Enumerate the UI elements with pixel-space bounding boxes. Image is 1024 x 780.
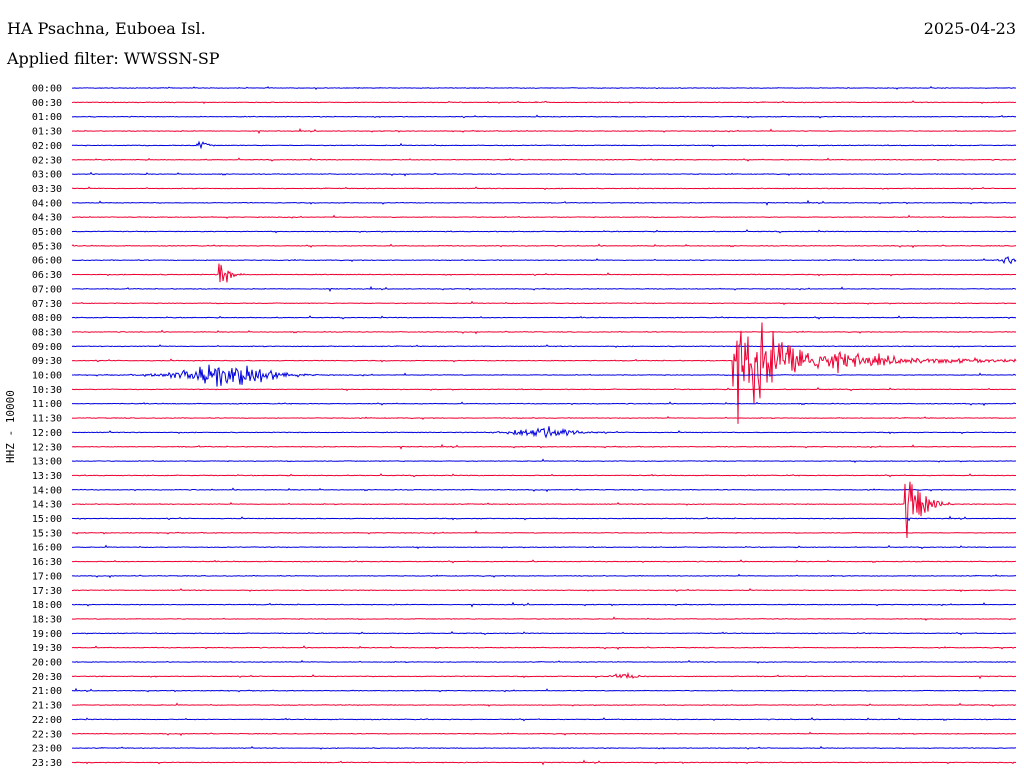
row-label: 03:00 [32, 170, 62, 181]
trace-row [71, 717, 1017, 722]
trace-row [71, 515, 1017, 522]
row-label: 09:30 [32, 356, 62, 367]
trace-row [71, 128, 1017, 135]
trace-row [71, 731, 1017, 737]
trace-row [71, 645, 1017, 651]
trace-row [71, 171, 1017, 177]
trace-row [71, 199, 1017, 206]
row-label: 09:00 [32, 342, 62, 353]
trace-row [71, 426, 1017, 439]
trace-row [71, 256, 1017, 265]
trace-row [71, 671, 1017, 680]
row-label: 06:30 [32, 270, 62, 281]
row-label: 10:30 [32, 385, 62, 396]
trace-row [71, 243, 1017, 249]
row-label: 12:30 [32, 442, 62, 453]
row-label: 02:00 [32, 141, 62, 152]
row-label: 13:30 [32, 471, 62, 482]
trace-row [71, 329, 1017, 335]
row-label: 16:00 [32, 543, 62, 554]
row-label: 20:00 [32, 658, 62, 669]
row-label: 17:30 [32, 586, 62, 597]
trace-row [71, 344, 1017, 348]
row-label: 00:00 [32, 84, 62, 95]
trace-row [71, 229, 1017, 234]
row-label: 18:00 [32, 600, 62, 611]
trace-row [71, 140, 1017, 150]
row-label: 11:00 [32, 399, 62, 410]
row-label: 04:30 [32, 213, 62, 224]
row-label: 17:00 [32, 571, 62, 582]
trace-row [71, 263, 1017, 283]
row-label: 21:00 [32, 686, 62, 697]
trace-row [71, 473, 1017, 478]
trace-row [71, 364, 1017, 387]
trace-row [71, 415, 1017, 420]
trace-row [71, 630, 1017, 636]
row-label: 01:00 [32, 112, 62, 123]
trace-row [71, 186, 1017, 191]
row-label: 23:00 [32, 744, 62, 755]
trace-row [71, 544, 1017, 550]
trace-row [71, 285, 1017, 292]
trace-row [71, 573, 1017, 579]
row-label: 19:30 [32, 643, 62, 654]
trace-row [71, 300, 1017, 306]
row-label: 14:30 [32, 500, 62, 511]
row-label: 19:00 [32, 629, 62, 640]
trace-row [71, 322, 1017, 424]
trace-row [71, 687, 1017, 693]
row-label: 03:30 [32, 184, 62, 195]
row-label: 05:00 [32, 227, 62, 238]
row-label: 22:00 [32, 715, 62, 726]
trace-row [71, 559, 1017, 564]
trace-row [71, 659, 1017, 664]
row-label: 07:00 [32, 284, 62, 295]
row-label: 16:30 [32, 557, 62, 568]
trace-row [71, 401, 1017, 407]
trace-row [71, 387, 1017, 392]
trace-row [71, 745, 1017, 750]
row-label: 11:30 [32, 414, 62, 425]
row-label: 21:30 [32, 701, 62, 712]
row-label: 01:30 [32, 127, 62, 138]
trace-row [71, 100, 1017, 105]
row-label: 15:00 [32, 514, 62, 525]
trace-row [71, 616, 1017, 621]
row-label: 13:00 [32, 457, 62, 468]
trace-row [71, 86, 1017, 90]
row-label: 08:00 [32, 313, 62, 324]
trace-row [71, 702, 1017, 707]
trace-row [71, 530, 1017, 535]
row-label: 06:00 [32, 256, 62, 267]
trace-row [71, 487, 1017, 493]
trace-row [71, 114, 1017, 119]
row-label: 15:30 [32, 528, 62, 539]
row-label: 14:00 [32, 485, 62, 496]
row-label: 02:30 [32, 155, 62, 166]
trace-row [71, 214, 1017, 219]
row-label: 05:30 [32, 241, 62, 252]
trace-row [71, 315, 1017, 320]
helicorder-plot: 00:00 00:30 01:00 01:30 02:00 02:30 03:00 03:30… [32, 84, 1017, 769]
trace-row [71, 157, 1017, 162]
row-label: 23:30 [32, 758, 62, 769]
trace-row [71, 458, 1017, 463]
trace-row [71, 601, 1017, 608]
trace-row [71, 759, 1017, 766]
trace-row [71, 443, 1017, 450]
row-label: 22:30 [32, 729, 62, 740]
row-label: 07:30 [32, 299, 62, 310]
row-label: 12:00 [32, 428, 62, 439]
row-label: 04:00 [32, 198, 62, 209]
row-label: 20:30 [32, 672, 62, 683]
row-label: 10:00 [32, 371, 62, 382]
row-label: 08:30 [32, 327, 62, 338]
trace-row [71, 587, 1017, 593]
row-label: 18:30 [32, 614, 62, 625]
row-label: 00:30 [32, 98, 62, 109]
